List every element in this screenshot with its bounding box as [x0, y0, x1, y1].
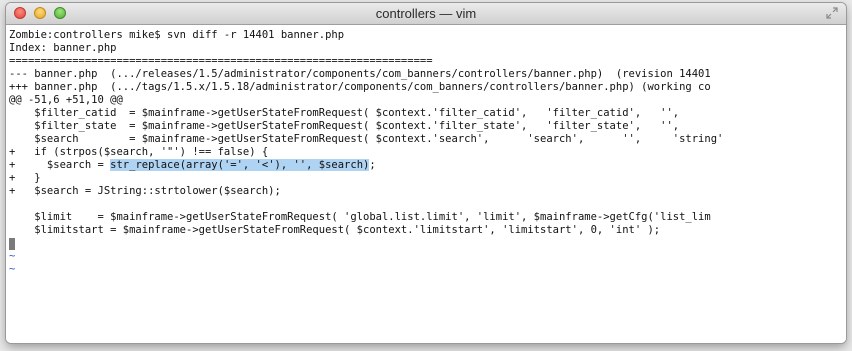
terminal-line: $limit = $mainframe->getUserStateFromReq…	[9, 211, 711, 223]
terminal-line: @@ -51,6 +51,10 @@	[9, 94, 123, 106]
terminal-line: ========================================…	[9, 55, 433, 67]
empty-buffer-line: ~	[9, 250, 16, 262]
terminal-line: $search = $mainframe->getUserStateFromRe…	[9, 133, 724, 145]
terminal-line: $filter_catid = $mainframe->getUserState…	[9, 107, 680, 119]
terminal-line: $filter_state = $mainframe->getUserState…	[9, 120, 680, 132]
line-prefix: + $search =	[9, 159, 111, 171]
terminal-line: + }	[9, 172, 41, 184]
window-title: controllers — vim	[375, 6, 477, 21]
text-selection[interactable]: str_replace(array('=', '<'), '', $search…	[110, 159, 370, 171]
terminal-line: + if (strpos($search, '"') !== false) {	[9, 146, 269, 158]
cursor-line	[9, 237, 846, 250]
terminal-line: Index: banner.php	[9, 42, 117, 54]
empty-buffer-line: ~	[9, 263, 16, 275]
terminal-line: + $search = JString::strtolower($search)…	[9, 185, 281, 197]
terminal-window: controllers — vim Zombie:controllers mik…	[6, 3, 846, 343]
line-suffix: ;	[369, 159, 376, 171]
terminal-line: $limitstart = $mainframe->getUserStateFr…	[9, 224, 661, 236]
vim-cursor	[9, 238, 15, 250]
terminal-line: +++ banner.php (.../tags/1.5.x/1.5.18/ad…	[9, 81, 711, 93]
terminal-content[interactable]: Zombie:controllers mike$ svn diff -r 144…	[6, 25, 846, 343]
terminal-line-selected: + $search = str_replace(array('=', '<'),…	[9, 159, 846, 172]
terminal-line: Zombie:controllers mike$ svn diff -r 144…	[9, 29, 345, 41]
title-bar[interactable]: controllers — vim	[6, 3, 846, 25]
terminal-line: --- banner.php (.../releases/1.5/adminis…	[9, 68, 711, 80]
fullscreen-icon[interactable]	[826, 7, 838, 19]
